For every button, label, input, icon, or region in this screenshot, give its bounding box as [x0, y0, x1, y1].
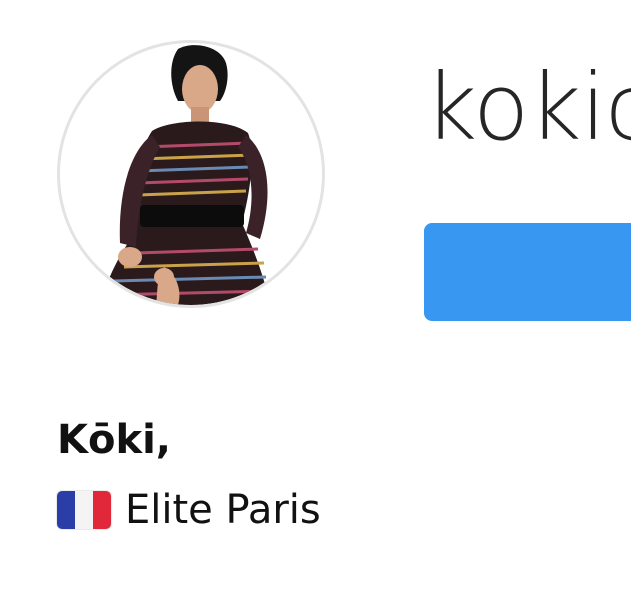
profile-photo-icon	[60, 43, 322, 305]
display-name: Kōki,	[57, 417, 171, 463]
bio-text: Elite Paris	[125, 487, 321, 533]
france-flag-icon	[57, 491, 111, 529]
profile-header: kokic Kōki, Elite Paris	[0, 0, 631, 611]
bio-line: Elite Paris	[57, 482, 321, 538]
profile-username: kokic	[424, 54, 631, 161]
follow-button[interactable]	[424, 223, 631, 321]
avatar[interactable]	[57, 40, 325, 308]
